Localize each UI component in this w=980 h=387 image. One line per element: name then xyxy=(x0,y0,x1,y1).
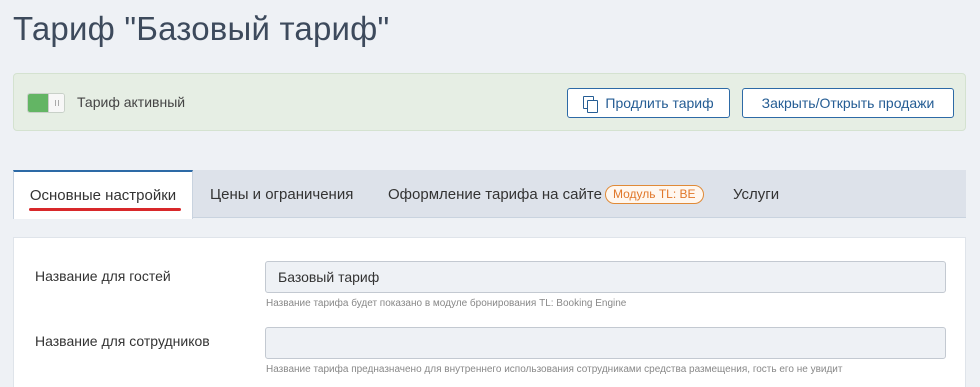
tab-prices-restrictions[interactable]: Цены и ограничения xyxy=(210,170,353,218)
staff-name-hint: Название тарифа предназначено для внутре… xyxy=(266,364,843,375)
guest-name-label: Название для гостей xyxy=(35,268,171,284)
close-open-sales-label: Закрыть/Открыть продажи xyxy=(761,95,935,111)
extend-tariff-button[interactable]: Продлить тариф xyxy=(567,88,730,118)
page-title: Тариф "Базовый тариф" xyxy=(13,10,390,47)
guest-name-hint: Название тарифа будет показано в модуле … xyxy=(266,298,627,309)
extend-tariff-label: Продлить тариф xyxy=(605,95,714,111)
tariff-tabs: Основные настройки Цены и ограничения Оф… xyxy=(13,170,966,219)
toggle-knob xyxy=(48,94,64,112)
tab-main-settings-label: Основные настройки xyxy=(29,187,177,204)
tariff-status-panel: Тариф активный Продлить тариф Закрыть/От… xyxy=(13,73,966,131)
toggle-on-indicator xyxy=(28,94,48,112)
active-tab-underline xyxy=(29,208,181,211)
tab-services[interactable]: Услуги xyxy=(733,170,779,218)
tab-prices-restrictions-label: Цены и ограничения xyxy=(210,185,354,203)
staff-name-input[interactable] xyxy=(265,327,946,359)
guest-name-input[interactable] xyxy=(265,261,946,293)
tariff-active-toggle[interactable] xyxy=(27,93,65,113)
tab-services-label: Услуги xyxy=(733,185,780,203)
main-settings-form: Название для гостей Название тарифа буде… xyxy=(13,237,966,387)
staff-name-label: Название для сотрудников xyxy=(35,333,210,349)
tab-main-settings[interactable]: Основные настройки xyxy=(13,170,193,219)
tab-site-design[interactable]: Оформление тарифа на сайте Модуль TL: BE xyxy=(388,170,704,218)
tab-site-design-label: Оформление тарифа на сайте xyxy=(388,185,602,203)
module-badge: Модуль TL: BE xyxy=(604,184,704,204)
tariff-active-label: Тариф активный xyxy=(77,94,186,110)
close-open-sales-button[interactable]: Закрыть/Открыть продажи xyxy=(742,88,954,118)
copy-icon xyxy=(583,95,599,113)
